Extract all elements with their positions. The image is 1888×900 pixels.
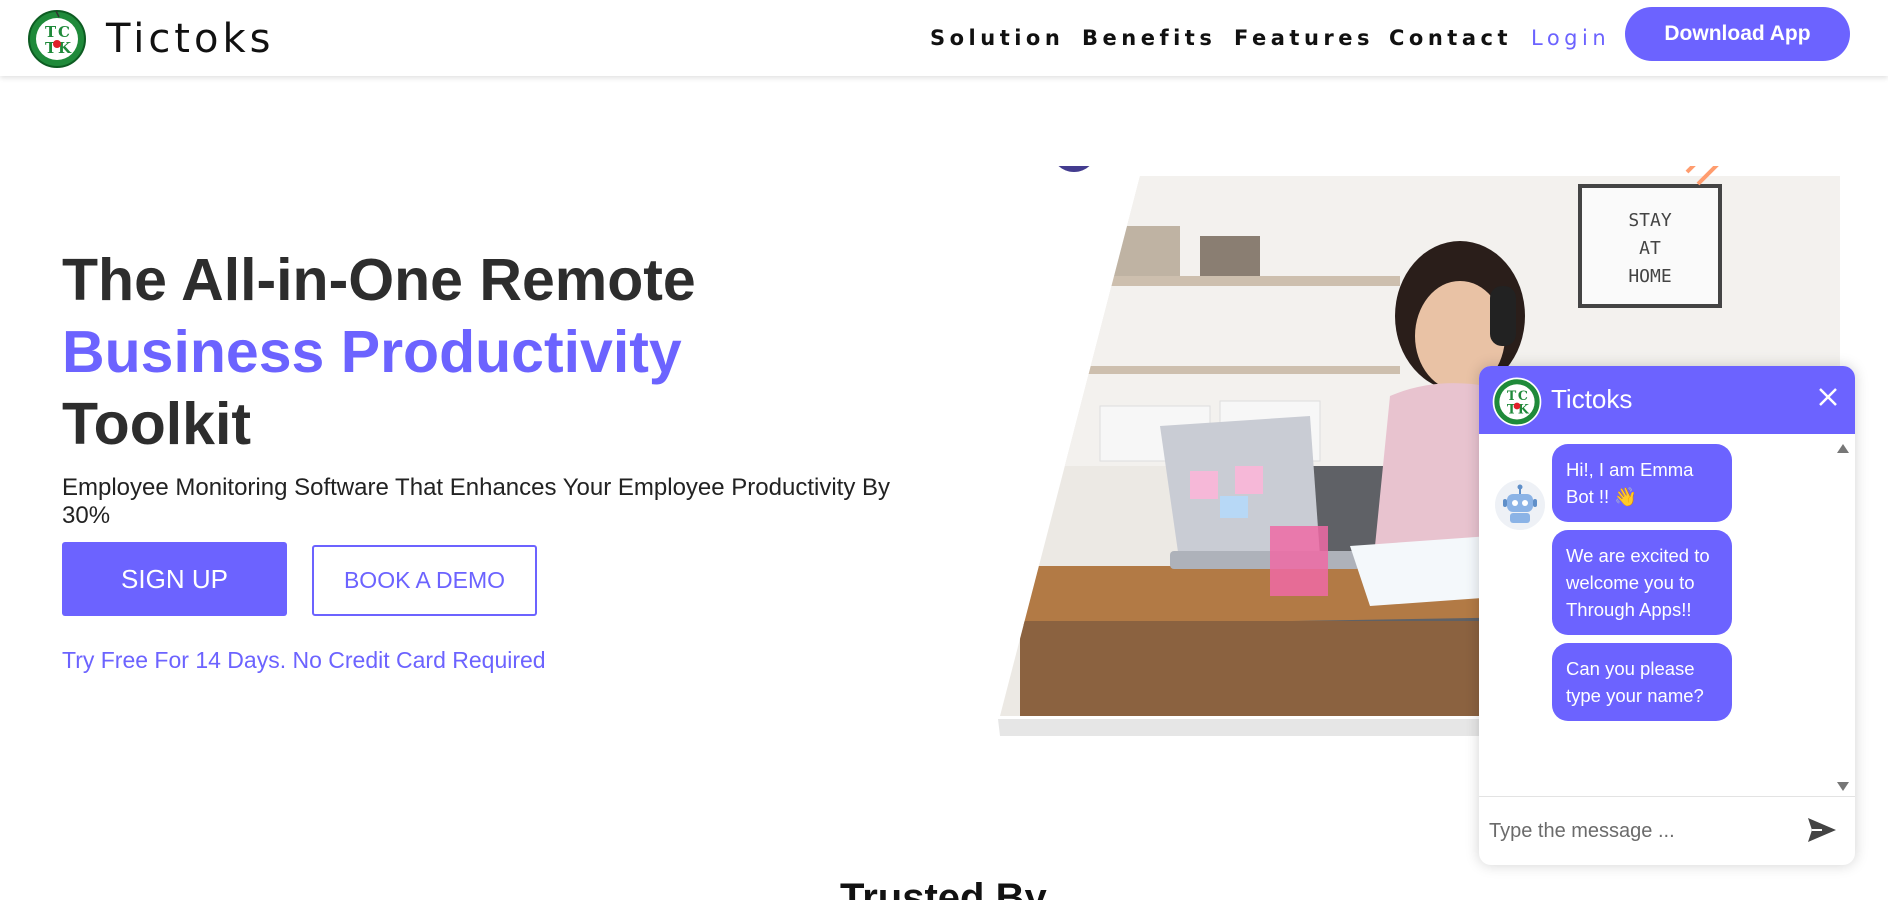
image-sign-line-2: AT (1639, 238, 1661, 259)
chat-widget[interactable]: T C T K Tictoks Hi!, I am Emma Bot !! 👋 … (1479, 366, 1855, 865)
image-sign-line-3: HOME (1628, 266, 1671, 287)
chat-title: Tictoks (1551, 384, 1633, 414)
brand-name[interactable]: Tictoks (106, 16, 274, 62)
book-demo-button[interactable]: BOOK A DEMO (312, 545, 537, 616)
nav-benefits[interactable]: Benefits (1082, 26, 1216, 50)
close-icon (1819, 388, 1837, 406)
chat-scroll-down-arrow[interactable] (1837, 782, 1849, 791)
tictoks-logo-icon[interactable]: T C T K (26, 7, 88, 69)
site-header: T C T K Tictoks Solution Benefits Featur… (0, 0, 1888, 76)
nav-solution[interactable]: Solution (930, 26, 1064, 50)
chat-scroll-up-arrow[interactable] (1837, 444, 1849, 453)
chat-message-input[interactable] (1489, 809, 1789, 853)
chat-message: We are excited to welcome you to Through… (1552, 530, 1732, 635)
nav-login[interactable]: Login (1531, 26, 1610, 50)
chat-message: Hi!, I am Emma Bot !! 👋 (1552, 444, 1732, 522)
send-icon (1808, 818, 1836, 842)
tictoks-logo-icon: T C T K (1492, 377, 1542, 427)
chat-message: Can you please type your name? (1552, 643, 1732, 721)
send-button[interactable] (1805, 815, 1839, 847)
free-trial-note: Try Free For 14 Days. No Credit Card Req… (62, 647, 546, 673)
hero-subtitle: Employee Monitoring Software That Enhanc… (62, 474, 890, 529)
trusted-by-heading: Trusted By (840, 876, 1047, 900)
sign-up-button[interactable]: SIGN UP (62, 542, 287, 616)
nav-contact[interactable]: Contact (1389, 26, 1512, 50)
chat-input-bar (1479, 796, 1855, 865)
robot-icon (1495, 480, 1545, 530)
download-app-button[interactable]: Download App (1625, 7, 1850, 61)
hero-title-line-1: The All-in-One Remote (62, 247, 696, 313)
chat-header: T C T K Tictoks (1479, 366, 1855, 434)
hero-title-line-3: Toolkit (62, 391, 251, 457)
svg-text:K: K (1518, 402, 1530, 417)
hero-title-line-2: Business Productivity (62, 319, 682, 385)
nav-features[interactable]: Features (1234, 26, 1374, 50)
close-chat-button[interactable] (1813, 382, 1843, 412)
image-sign-line-1: STAY (1628, 210, 1672, 231)
